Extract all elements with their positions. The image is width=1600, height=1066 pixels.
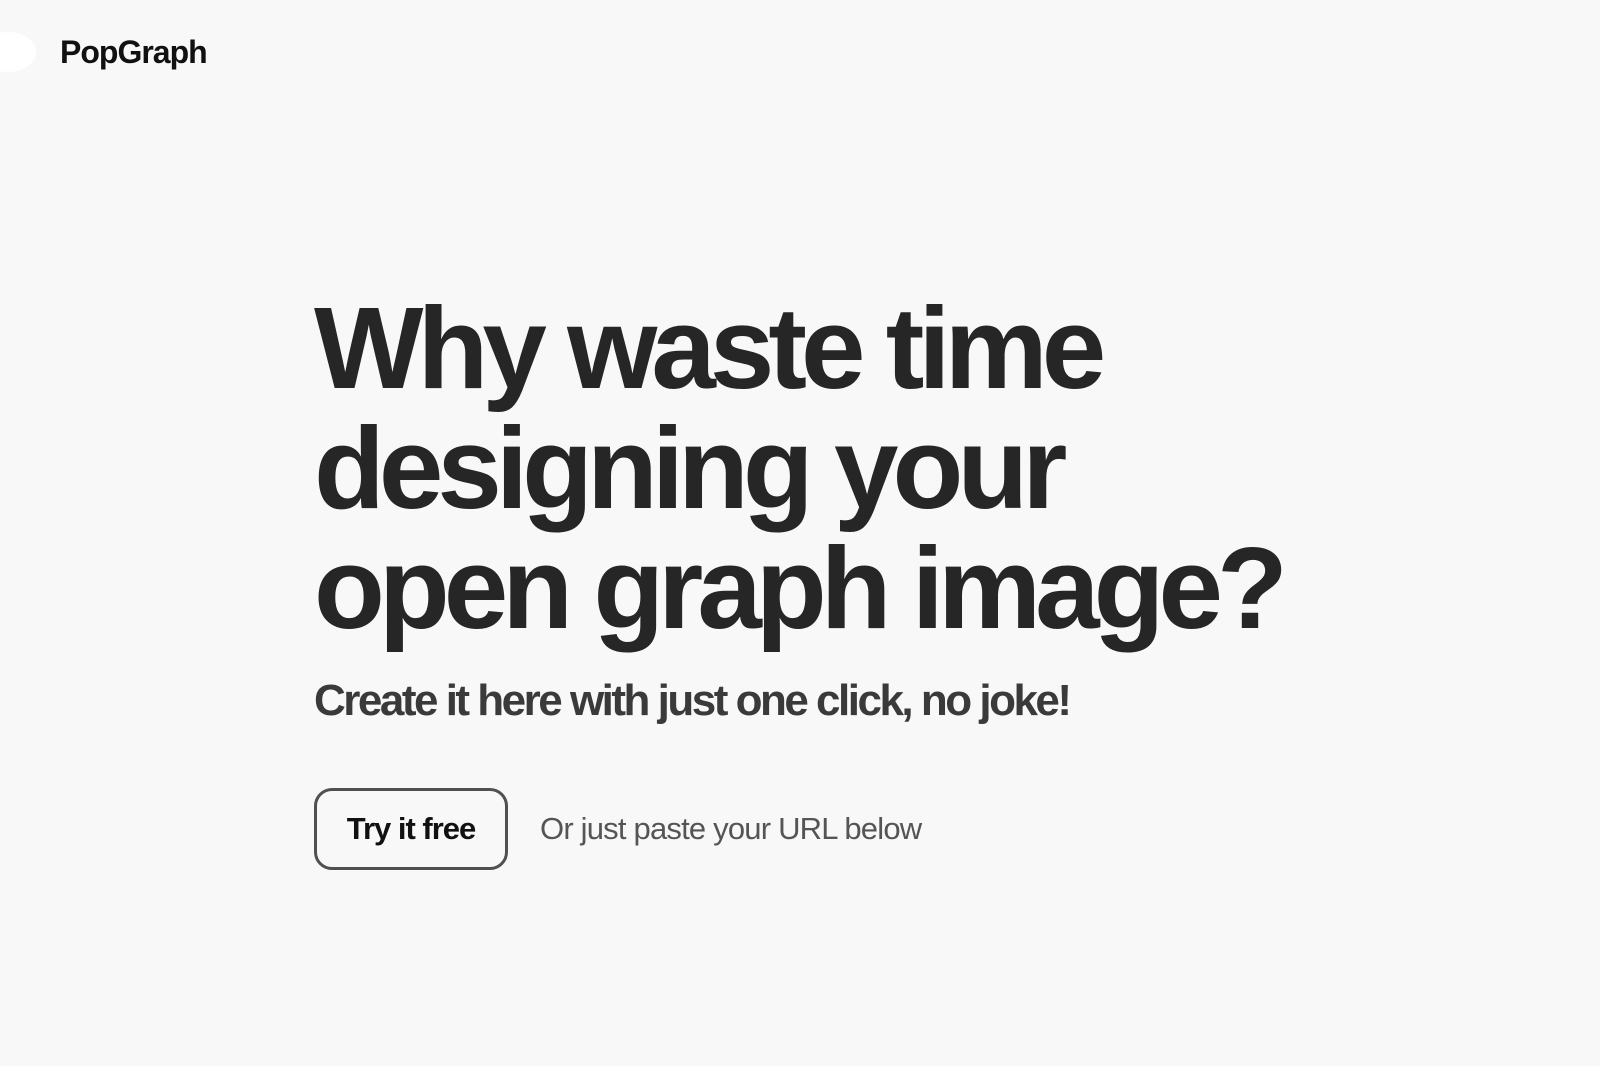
brand-name-link[interactable]: PopGraph xyxy=(60,34,208,71)
headline-line-2: designing your xyxy=(314,403,1067,533)
hero-subheadline: Create it here with just one click, no j… xyxy=(314,676,1072,725)
hero-section: Why waste time designing your open graph… xyxy=(314,288,1514,870)
cta-row: Try it free Or just paste your URL below xyxy=(314,788,1514,870)
headline-line-1: Why waste time xyxy=(314,283,1106,413)
logo-icon[interactable] xyxy=(0,32,36,72)
headline-line-3: open graph image? xyxy=(314,523,1288,653)
hero-headline: Why waste time designing your open graph… xyxy=(314,288,1514,648)
try-it-free-button[interactable]: Try it free xyxy=(314,788,508,870)
paste-url-hint: Or just paste your URL below xyxy=(540,811,922,846)
